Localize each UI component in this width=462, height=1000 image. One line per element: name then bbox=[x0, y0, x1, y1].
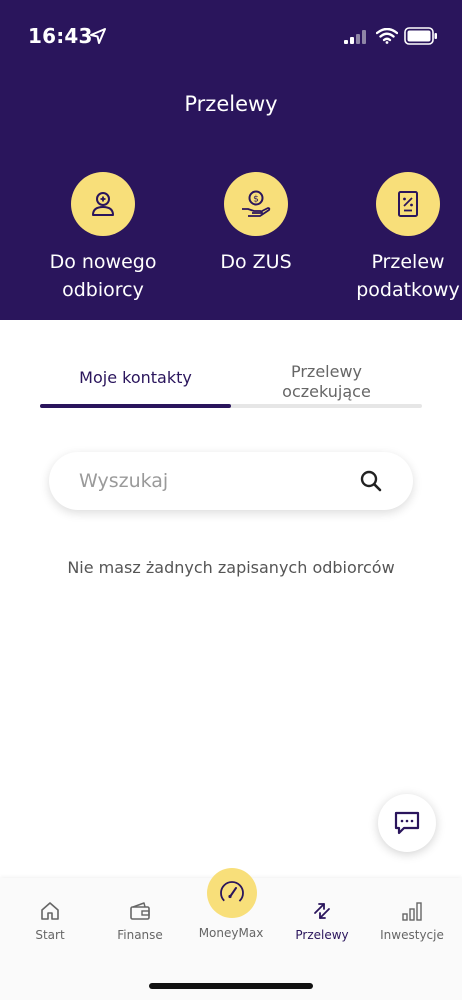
nav-przelewy[interactable]: Przelewy bbox=[276, 878, 368, 956]
home-indicator bbox=[149, 983, 313, 989]
qa-label: Do ZUS bbox=[220, 251, 292, 273]
status-time: 16:43 bbox=[28, 24, 93, 48]
qa-icon-circle bbox=[71, 172, 135, 236]
new-recipient-button[interactable]: Do nowego odbiorcy bbox=[28, 172, 178, 304]
page-title: Przelewy bbox=[184, 92, 278, 116]
tax-document-icon bbox=[398, 191, 418, 217]
tab-bar-contacts: Moje kontakty Przelewy oczekujące bbox=[40, 350, 422, 410]
search-icon[interactable] bbox=[359, 469, 383, 493]
qa-icon-circle: $ bbox=[224, 172, 288, 236]
status-bar: 16:43 bbox=[0, 0, 462, 72]
nav-label: Start bbox=[35, 928, 65, 942]
nav-finanse[interactable]: Finanse bbox=[94, 878, 186, 956]
qa-label: Przelew podatkowy bbox=[356, 251, 460, 301]
tax-transfer-button[interactable]: Przelew podatkowy bbox=[333, 172, 462, 304]
search-input[interactable] bbox=[79, 452, 349, 510]
location-arrow-icon bbox=[90, 28, 106, 44]
wallet-icon bbox=[130, 902, 150, 920]
battery-icon bbox=[404, 27, 437, 45]
header: 16:43 Przelewy Do nowego odbiorcy $ Do Z… bbox=[0, 0, 462, 320]
chat-button[interactable] bbox=[378, 794, 436, 852]
add-person-icon bbox=[92, 192, 114, 216]
bar-chart-icon bbox=[402, 902, 422, 921]
nav-start[interactable]: Start bbox=[4, 878, 96, 956]
tab-my-contacts[interactable]: Moje kontakty bbox=[40, 350, 231, 406]
chat-icon bbox=[394, 811, 420, 835]
tab-active-indicator bbox=[40, 404, 231, 408]
qa-icon-circle bbox=[376, 172, 440, 236]
nav-label: Inwestycje bbox=[380, 928, 444, 942]
nav-label: Przelewy bbox=[295, 928, 349, 942]
moneymax-button[interactable] bbox=[207, 868, 257, 918]
gauge-icon bbox=[220, 881, 244, 905]
coin-hand-icon: $ bbox=[242, 190, 271, 217]
search-bar bbox=[49, 452, 413, 510]
nav-inwestycje[interactable]: Inwestycje bbox=[366, 878, 458, 956]
tab-pending-transfers[interactable]: Przelewy oczekujące bbox=[231, 354, 422, 410]
home-icon bbox=[41, 902, 59, 920]
transfer-arrows-icon bbox=[314, 903, 330, 919]
nav-label: Finanse bbox=[117, 928, 163, 942]
wifi-icon bbox=[376, 28, 398, 44]
svg-text:$: $ bbox=[253, 195, 259, 205]
qa-label: Do nowego odbiorcy bbox=[49, 251, 157, 301]
empty-state-message: Nie masz żadnych zapisanych odbiorców bbox=[67, 558, 395, 577]
signal-icon bbox=[344, 30, 366, 44]
nav-label: MoneyMax bbox=[198, 926, 264, 940]
zus-transfer-button[interactable]: $ Do ZUS bbox=[181, 172, 331, 276]
